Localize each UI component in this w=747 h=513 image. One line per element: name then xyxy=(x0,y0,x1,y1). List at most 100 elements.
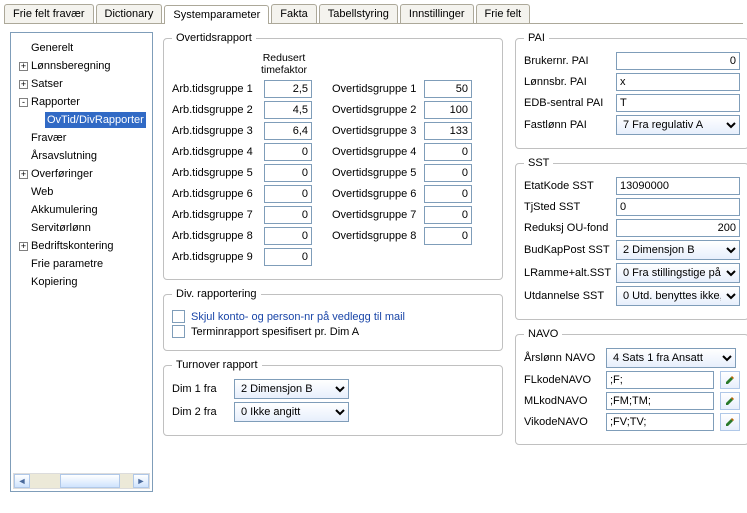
skjul-konto-label[interactable]: Skjul konto- og person-nr på vedlegg til… xyxy=(191,311,405,323)
tree-item-ovtid-divrapporter[interactable]: OvTid/DivRapporter xyxy=(15,111,148,129)
tjsted-sst-input[interactable] xyxy=(616,198,740,216)
edb-sentral-pai-input[interactable] xyxy=(616,94,740,112)
budkappost-sst-select[interactable]: 2 Dimensjon B xyxy=(616,240,740,260)
overtidsgruppe-2-label: Overtidsgruppe 2 xyxy=(332,104,418,116)
tree-item-satser[interactable]: +Satser xyxy=(15,75,148,93)
arb-tidsgruppe-1-label: Arb.tidsgruppe 1 xyxy=(172,83,258,95)
fastlonn-pai-select[interactable]: 7 Fra regulativ A xyxy=(616,115,740,135)
div-rapportering-group: Div. rapportering Skjul konto- og person… xyxy=(163,288,503,351)
tree-item-l-nnsberegning[interactable]: +Lønnsberegning xyxy=(15,57,148,75)
tree-item-label: Kopiering xyxy=(31,276,77,288)
tree-expander-icon[interactable]: + xyxy=(19,62,28,71)
tab-fakta[interactable]: Fakta xyxy=(271,4,317,23)
tree-item-frie-parametre[interactable]: Frie parametre xyxy=(15,255,148,273)
arb-tidsgruppe-7-input[interactable] xyxy=(264,206,312,224)
navo-group: NAVO Årslønn NAVO4 Sats 1 fra Ansatt FLk… xyxy=(515,328,747,445)
dim1-select[interactable]: 2 Dimensjon B xyxy=(234,379,349,399)
mlkod-navo-input[interactable] xyxy=(606,392,714,410)
tree-item-label: Bedriftskontering xyxy=(31,240,114,252)
tree-expander-icon[interactable]: + xyxy=(19,242,28,251)
arb-tidsgruppe-6-input[interactable] xyxy=(264,185,312,203)
tree-item-label: Frie parametre xyxy=(31,258,103,270)
scroll-right-button[interactable]: ► xyxy=(133,474,149,488)
tab-frie-felt-frav-r[interactable]: Frie felt fravær xyxy=(4,4,94,23)
tree-item-label: Satser xyxy=(31,78,63,90)
lonnsbr-pai-input[interactable] xyxy=(616,73,740,91)
arb-tidsgruppe-9-label: Arb.tidsgruppe 9 xyxy=(172,251,258,263)
arb-tidsgruppe-4-input[interactable] xyxy=(264,143,312,161)
pai-legend: PAI xyxy=(524,32,549,44)
tree-item-label: Servitørlønn xyxy=(31,222,91,234)
terminrapport-label: Terminrapport spesifisert pr. Dim A xyxy=(191,326,359,338)
tab-systemparameter[interactable]: Systemparameter xyxy=(164,5,269,24)
tree-item-overf-ringer[interactable]: +Overføringer xyxy=(15,165,148,183)
tree-item--rsavslutning[interactable]: Årsavslutning xyxy=(15,147,148,165)
overtidsgruppe-7-label: Overtidsgruppe 7 xyxy=(332,209,418,221)
tab-frie-felt[interactable]: Frie felt xyxy=(476,4,531,23)
overtidsgruppe-8-label: Overtidsgruppe 8 xyxy=(332,230,418,242)
overtidsgruppe-6-input[interactable] xyxy=(424,185,472,203)
turnover-legend: Turnover rapport xyxy=(172,359,262,371)
overtidsgruppe-2-input[interactable] xyxy=(424,101,472,119)
terminrapport-checkbox[interactable] xyxy=(172,325,185,338)
reduksj-ou-fond-input[interactable] xyxy=(616,219,740,237)
lramme-alt-sst-select[interactable]: 0 Fra stillingstige på Lo xyxy=(616,263,740,283)
arb-tidsgruppe-3-input[interactable] xyxy=(264,122,312,140)
lonnsbr-pai-label: Lønnsbr. PAI xyxy=(524,76,610,88)
tab-dictionary[interactable]: Dictionary xyxy=(96,4,163,23)
overtidsgruppe-4-input[interactable] xyxy=(424,143,472,161)
tab-innstillinger[interactable]: Innstillinger xyxy=(400,4,474,23)
skjul-konto-checkbox[interactable] xyxy=(172,310,185,323)
tree-item-rapporter[interactable]: -Rapporter xyxy=(15,93,148,111)
scroll-thumb[interactable] xyxy=(60,474,120,488)
overtidsgruppe-7-input[interactable] xyxy=(424,206,472,224)
mlkod-edit-button[interactable] xyxy=(720,392,740,410)
tree-item-servit-rl-nn[interactable]: Servitørlønn xyxy=(15,219,148,237)
overtidsgruppe-3-input[interactable] xyxy=(424,122,472,140)
brukernr-pai-label: Brukernr. PAI xyxy=(524,55,610,67)
arb-tidsgruppe-7-label: Arb.tidsgruppe 7 xyxy=(172,209,258,221)
tree-expander-icon[interactable]: + xyxy=(19,80,28,89)
arslonn-navo-select[interactable]: 4 Sats 1 fra Ansatt xyxy=(606,348,736,368)
tree-item-web[interactable]: Web xyxy=(15,183,148,201)
brukernr-pai-input[interactable] xyxy=(616,52,740,70)
tab-tabellstyring[interactable]: Tabellstyring xyxy=(319,4,398,23)
overtidsrapport-legend: Overtidsrapport xyxy=(172,32,256,44)
pai-group: PAI Brukernr. PAI Lønnsbr. PAI EDB-sentr… xyxy=(515,32,747,149)
overtidsgruppe-5-input[interactable] xyxy=(424,164,472,182)
arb-tidsgruppe-2-input[interactable] xyxy=(264,101,312,119)
tree-item-generelt[interactable]: Generelt xyxy=(15,39,148,57)
edb-sentral-pai-label: EDB-sentral PAI xyxy=(524,97,610,109)
utdannelse-sst-label: Utdannelse SST xyxy=(524,290,610,302)
arb-tidsgruppe-9-input[interactable] xyxy=(264,248,312,266)
tree-item-label: Generelt xyxy=(31,42,73,54)
etatkode-sst-input[interactable] xyxy=(616,177,740,195)
tree-item-frav-r[interactable]: Fravær xyxy=(15,129,148,147)
overtidsgruppe-1-input[interactable] xyxy=(424,80,472,98)
arb-tidsgruppe-3-label: Arb.tidsgruppe 3 xyxy=(172,125,258,137)
budkappost-sst-label: BudKapPost SST xyxy=(524,244,610,256)
arb-tidsgruppe-8-input[interactable] xyxy=(264,227,312,245)
overtidsgruppe-8-input[interactable] xyxy=(424,227,472,245)
tree-scrollbar[interactable]: ◄ ► xyxy=(13,473,150,489)
overtidsgruppe-3-label: Overtidsgruppe 3 xyxy=(332,125,418,137)
overtidsgruppe-4-label: Overtidsgruppe 4 xyxy=(332,146,418,158)
tree-expander-icon[interactable]: + xyxy=(19,170,28,179)
tree-item-label: Akkumulering xyxy=(31,204,98,216)
tree-expander-icon[interactable]: - xyxy=(19,98,28,107)
dim2-select[interactable]: 0 Ikke angitt xyxy=(234,402,349,422)
tree-item-akkumulering[interactable]: Akkumulering xyxy=(15,201,148,219)
utdannelse-sst-select[interactable]: 0 Utd. benyttes ikke, U xyxy=(616,286,740,306)
arb-tidsgruppe-1-input[interactable] xyxy=(264,80,312,98)
tree-item-kopiering[interactable]: Kopiering xyxy=(15,273,148,291)
scroll-left-button[interactable]: ◄ xyxy=(14,474,30,488)
vikode-navo-input[interactable] xyxy=(606,413,714,431)
overtidsrapport-group: Overtidsrapport Redusert timefaktor Arb.… xyxy=(163,32,503,280)
flkode-navo-input[interactable] xyxy=(606,371,714,389)
flkode-edit-button[interactable] xyxy=(720,371,740,389)
overtidsgruppe-5-label: Overtidsgruppe 5 xyxy=(332,167,418,179)
tree-item-label: Rapporter xyxy=(31,96,80,108)
vikode-edit-button[interactable] xyxy=(720,413,740,431)
arb-tidsgruppe-5-input[interactable] xyxy=(264,164,312,182)
tree-item-bedriftskontering[interactable]: +Bedriftskontering xyxy=(15,237,148,255)
